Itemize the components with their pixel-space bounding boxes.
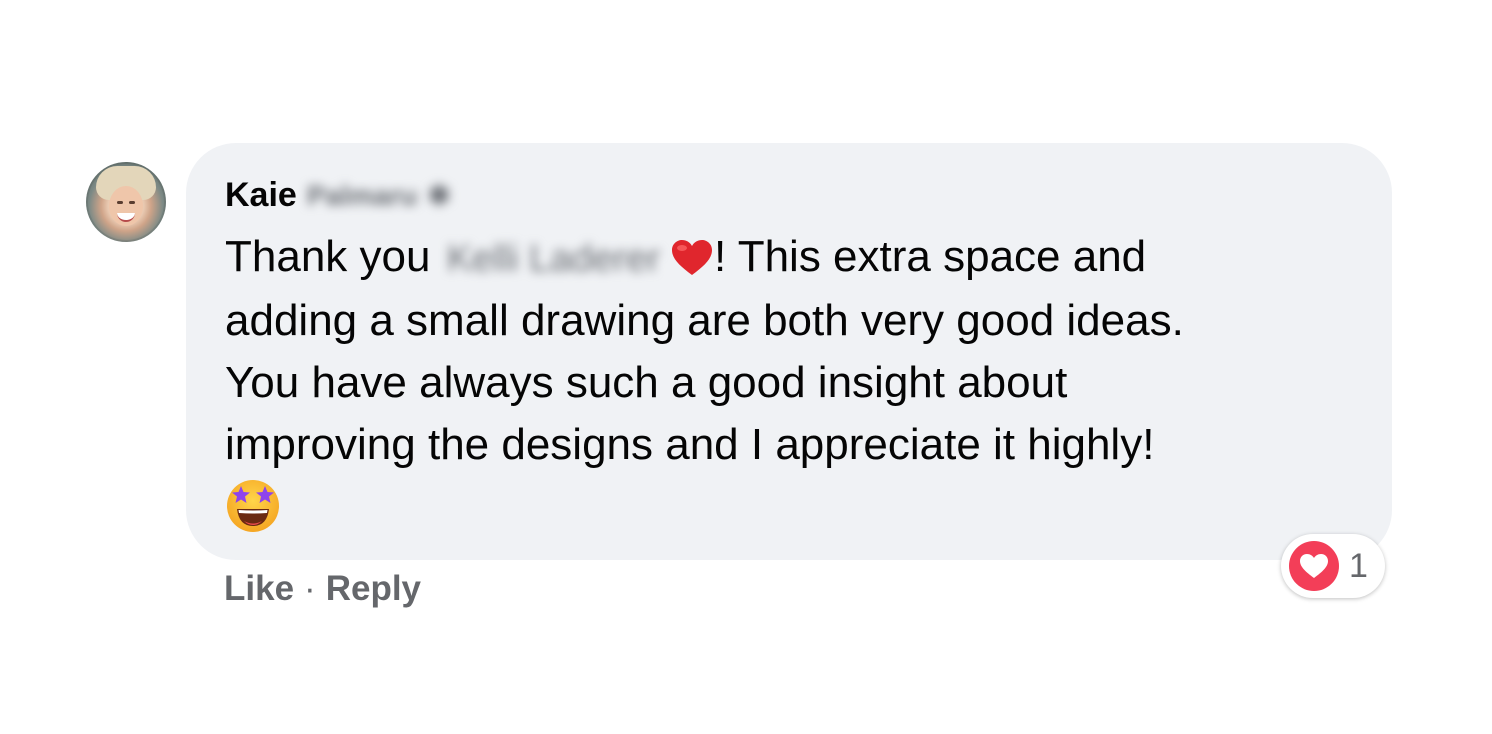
avatar-eye-left bbox=[117, 201, 123, 204]
reaction-summary[interactable]: 1 bbox=[1281, 534, 1385, 598]
action-separator: · bbox=[304, 569, 316, 608]
like-button[interactable]: Like bbox=[224, 569, 294, 608]
comment-text: Thank you Kelli Laderer ! This extra spa… bbox=[225, 226, 1365, 476]
star-struck-face-icon bbox=[227, 480, 279, 532]
comment-author[interactable]: Kaie Palmaru ✱ bbox=[225, 176, 451, 215]
comment-text-after-mention: ! This extra space and bbox=[714, 232, 1147, 281]
author-last-name-blurred[interactable]: Palmaru bbox=[307, 180, 418, 212]
red-heart-icon bbox=[672, 240, 713, 275]
comment-line-1: Thank you Kelli Laderer ! This extra spa… bbox=[225, 226, 1365, 290]
author-badge-icon: ✱ bbox=[427, 180, 451, 211]
comment-actions: Like · Reply bbox=[224, 569, 421, 609]
comment-line-2: adding a small drawing are both very goo… bbox=[225, 296, 1184, 345]
author-first-name[interactable]: Kaie bbox=[225, 176, 297, 215]
heart-reaction-icon bbox=[1289, 541, 1339, 591]
comment-line-3: You have always such a good insight abou… bbox=[225, 358, 1068, 407]
reply-button[interactable]: Reply bbox=[326, 569, 421, 608]
avatar-eye-right bbox=[129, 201, 135, 204]
comment-line-4: improving the designs and I appreciate i… bbox=[225, 420, 1155, 469]
comment-text-before-mention: Thank you bbox=[225, 232, 431, 281]
avatar[interactable] bbox=[86, 162, 166, 242]
reaction-count: 1 bbox=[1349, 546, 1368, 585]
mentioned-user-blurred[interactable]: Kelli Laderer bbox=[447, 228, 660, 290]
